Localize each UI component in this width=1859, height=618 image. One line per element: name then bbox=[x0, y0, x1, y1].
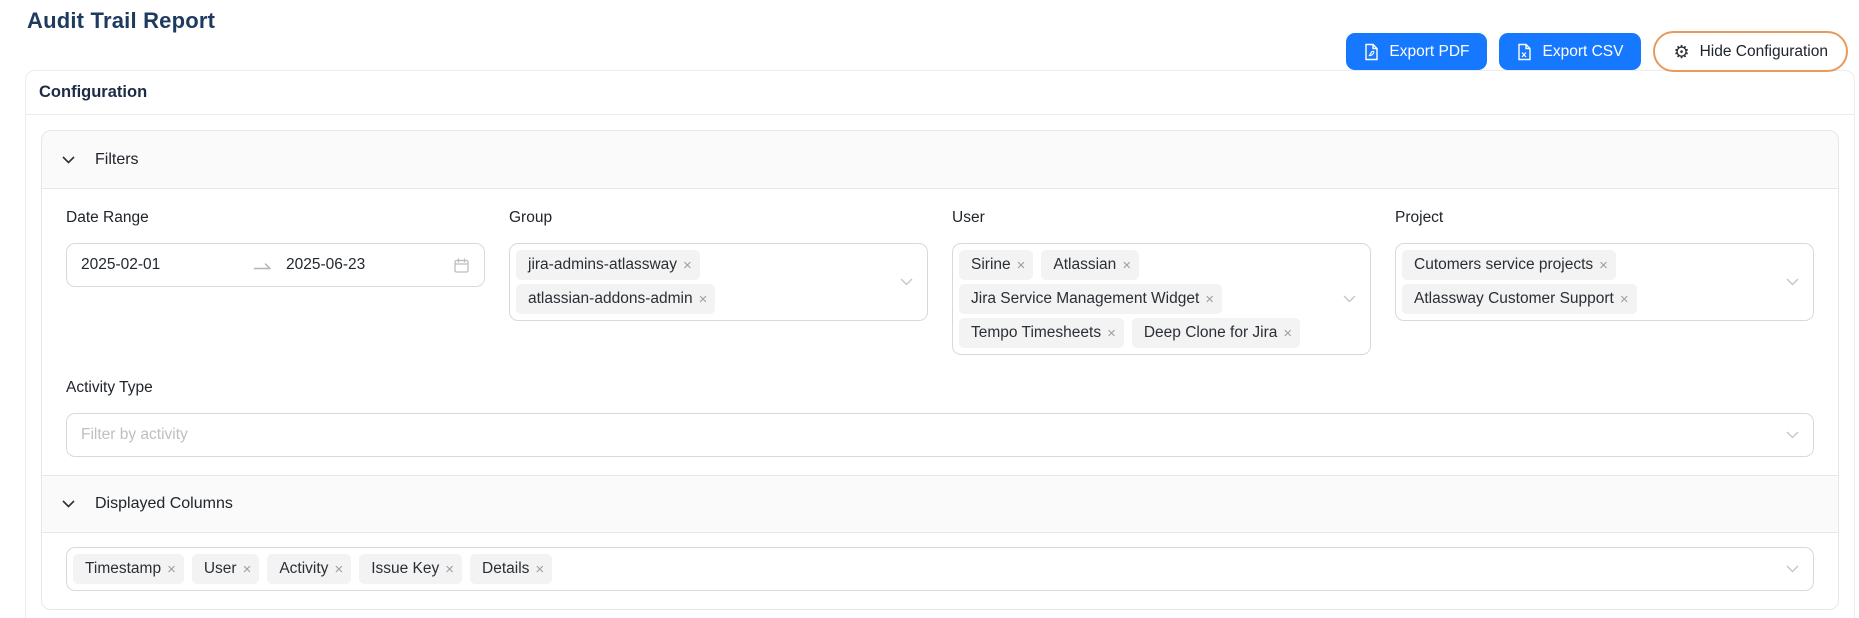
filters-panel-title: Filters bbox=[95, 151, 139, 169]
export-csv-label: Export CSV bbox=[1542, 43, 1623, 61]
export-pdf-button[interactable]: Export PDF bbox=[1346, 33, 1487, 70]
date-range-field: Date Range 2025-02-01 2025-06-23 bbox=[66, 209, 485, 287]
activity-type-field: Activity Type Filter by activity bbox=[66, 379, 1814, 457]
tag: Details × bbox=[470, 554, 552, 584]
chevron-down-icon bbox=[62, 156, 75, 164]
hide-configuration-label: Hide Configuration bbox=[1700, 43, 1828, 61]
tag-label: jira-admins-atlassway bbox=[528, 256, 677, 274]
user-field: User Sirine×Atlassian×Jira Service Manag… bbox=[952, 209, 1371, 355]
tag-remove-icon[interactable]: × bbox=[1283, 326, 1292, 341]
chevron-down-icon bbox=[1786, 278, 1799, 286]
tag: atlassian-addons-admin × bbox=[516, 284, 715, 314]
displayed-columns-panel-title: Displayed Columns bbox=[95, 495, 233, 513]
configuration-card-title: Configuration bbox=[26, 71, 1854, 115]
gear-icon: ⚙ bbox=[1673, 43, 1689, 61]
file-excel-icon bbox=[1517, 43, 1532, 61]
filters-panel-header[interactable]: Filters bbox=[42, 131, 1838, 189]
date-range-picker[interactable]: 2025-02-01 2025-06-23 bbox=[66, 243, 485, 287]
tag-label: Sirine bbox=[971, 256, 1011, 274]
tag-remove-icon[interactable]: × bbox=[1017, 258, 1026, 273]
user-label: User bbox=[952, 209, 1371, 227]
group-field: Group jira-admins-atlassway×atlassian-ad… bbox=[509, 209, 928, 321]
tag-remove-icon[interactable]: × bbox=[535, 562, 544, 577]
tag-label: atlassian-addons-admin bbox=[528, 290, 693, 308]
tag-remove-icon[interactable]: × bbox=[1107, 326, 1116, 341]
file-pdf-icon bbox=[1364, 43, 1379, 61]
tag: User × bbox=[192, 554, 260, 584]
tag-label: Cutomers service projects bbox=[1414, 256, 1593, 274]
tag: Cutomers service projects × bbox=[1402, 250, 1616, 280]
hide-configuration-button[interactable]: ⚙ Hide Configuration bbox=[1653, 31, 1848, 72]
tag-label: Atlassian bbox=[1053, 256, 1116, 274]
tag: Jira Service Management Widget × bbox=[959, 284, 1222, 314]
top-bar: Audit Trail Report Export PDF Export CSV… bbox=[0, 0, 1859, 70]
project-label: Project bbox=[1395, 209, 1814, 227]
tag-label: Activity bbox=[279, 560, 328, 578]
date-range-end[interactable]: 2025-06-23 bbox=[286, 256, 365, 274]
chevron-down-icon bbox=[1786, 565, 1799, 573]
project-select[interactable]: Cutomers service projects×Atlassway Cust… bbox=[1395, 243, 1814, 321]
tag: Atlassian × bbox=[1041, 250, 1139, 280]
tag-remove-icon[interactable]: × bbox=[1620, 292, 1629, 307]
tag-label: Jira Service Management Widget bbox=[971, 290, 1199, 308]
tag-label: User bbox=[204, 560, 237, 578]
tag-remove-icon[interactable]: × bbox=[1599, 258, 1608, 273]
tag-remove-icon[interactable]: × bbox=[445, 562, 454, 577]
project-field: Project Cutomers service projects×Atlass… bbox=[1395, 209, 1814, 321]
tag-label: Issue Key bbox=[371, 560, 439, 578]
tag-remove-icon[interactable]: × bbox=[699, 292, 708, 307]
tag: Tempo Timesheets × bbox=[959, 318, 1124, 348]
tag: Issue Key × bbox=[359, 554, 462, 584]
displayed-columns-panel-body: Timestamp×User×Activity×Issue Key×Detail… bbox=[42, 533, 1838, 609]
displayed-columns-panel-header[interactable]: Displayed Columns bbox=[42, 475, 1838, 533]
tag-remove-icon[interactable]: × bbox=[683, 258, 692, 273]
tag: Atlassway Customer Support × bbox=[1402, 284, 1637, 314]
tag-remove-icon[interactable]: × bbox=[334, 562, 343, 577]
page-title: Audit Trail Report bbox=[27, 8, 215, 34]
tag-label: Timestamp bbox=[85, 560, 161, 578]
tag-label: Tempo Timesheets bbox=[971, 324, 1101, 342]
tag: Timestamp × bbox=[73, 554, 184, 584]
configuration-card-body: Filters Date Range 2025-02-01 bbox=[26, 115, 1854, 618]
tag-remove-icon[interactable]: × bbox=[1122, 258, 1131, 273]
displayed-columns-select[interactable]: Timestamp×User×Activity×Issue Key×Detail… bbox=[66, 547, 1814, 591]
calendar-icon bbox=[453, 257, 470, 274]
export-csv-button[interactable]: Export CSV bbox=[1499, 33, 1641, 70]
tag: Activity × bbox=[267, 554, 351, 584]
date-range-start[interactable]: 2025-02-01 bbox=[81, 256, 253, 274]
chevron-down-icon bbox=[900, 278, 913, 286]
export-pdf-label: Export PDF bbox=[1389, 43, 1469, 61]
swap-right-arrow-icon bbox=[253, 259, 272, 271]
user-select[interactable]: Sirine×Atlassian×Jira Service Management… bbox=[952, 243, 1371, 355]
activity-type-placeholder: Filter by activity bbox=[81, 426, 188, 444]
chevron-down-icon bbox=[1343, 295, 1356, 303]
group-select[interactable]: jira-admins-atlassway×atlassian-addons-a… bbox=[509, 243, 928, 321]
tag: Deep Clone for Jira × bbox=[1132, 318, 1300, 348]
configuration-collapse: Filters Date Range 2025-02-01 bbox=[41, 130, 1839, 610]
group-label: Group bbox=[509, 209, 928, 227]
filters-panel-body: Date Range 2025-02-01 2025-06-23 bbox=[42, 189, 1838, 475]
chevron-down-icon bbox=[62, 500, 75, 508]
filters-grid: Date Range 2025-02-01 2025-06-23 bbox=[66, 209, 1814, 355]
tag-label: Atlassway Customer Support bbox=[1414, 290, 1614, 308]
tag-label: Details bbox=[482, 560, 529, 578]
tag-remove-icon[interactable]: × bbox=[167, 562, 176, 577]
activity-type-label: Activity Type bbox=[66, 379, 1814, 397]
tag-remove-icon[interactable]: × bbox=[1205, 292, 1214, 307]
chevron-down-icon bbox=[1786, 431, 1799, 439]
tag-label: Deep Clone for Jira bbox=[1144, 324, 1278, 342]
toolbar-actions: Export PDF Export CSV ⚙ Hide Configurati… bbox=[1346, 31, 1848, 72]
tag: Sirine × bbox=[959, 250, 1033, 280]
tag-remove-icon[interactable]: × bbox=[243, 562, 252, 577]
tag: jira-admins-atlassway × bbox=[516, 250, 700, 280]
activity-type-select[interactable]: Filter by activity bbox=[66, 413, 1814, 457]
configuration-card: Configuration Filters Date Range bbox=[25, 70, 1855, 618]
date-range-label: Date Range bbox=[66, 209, 485, 227]
